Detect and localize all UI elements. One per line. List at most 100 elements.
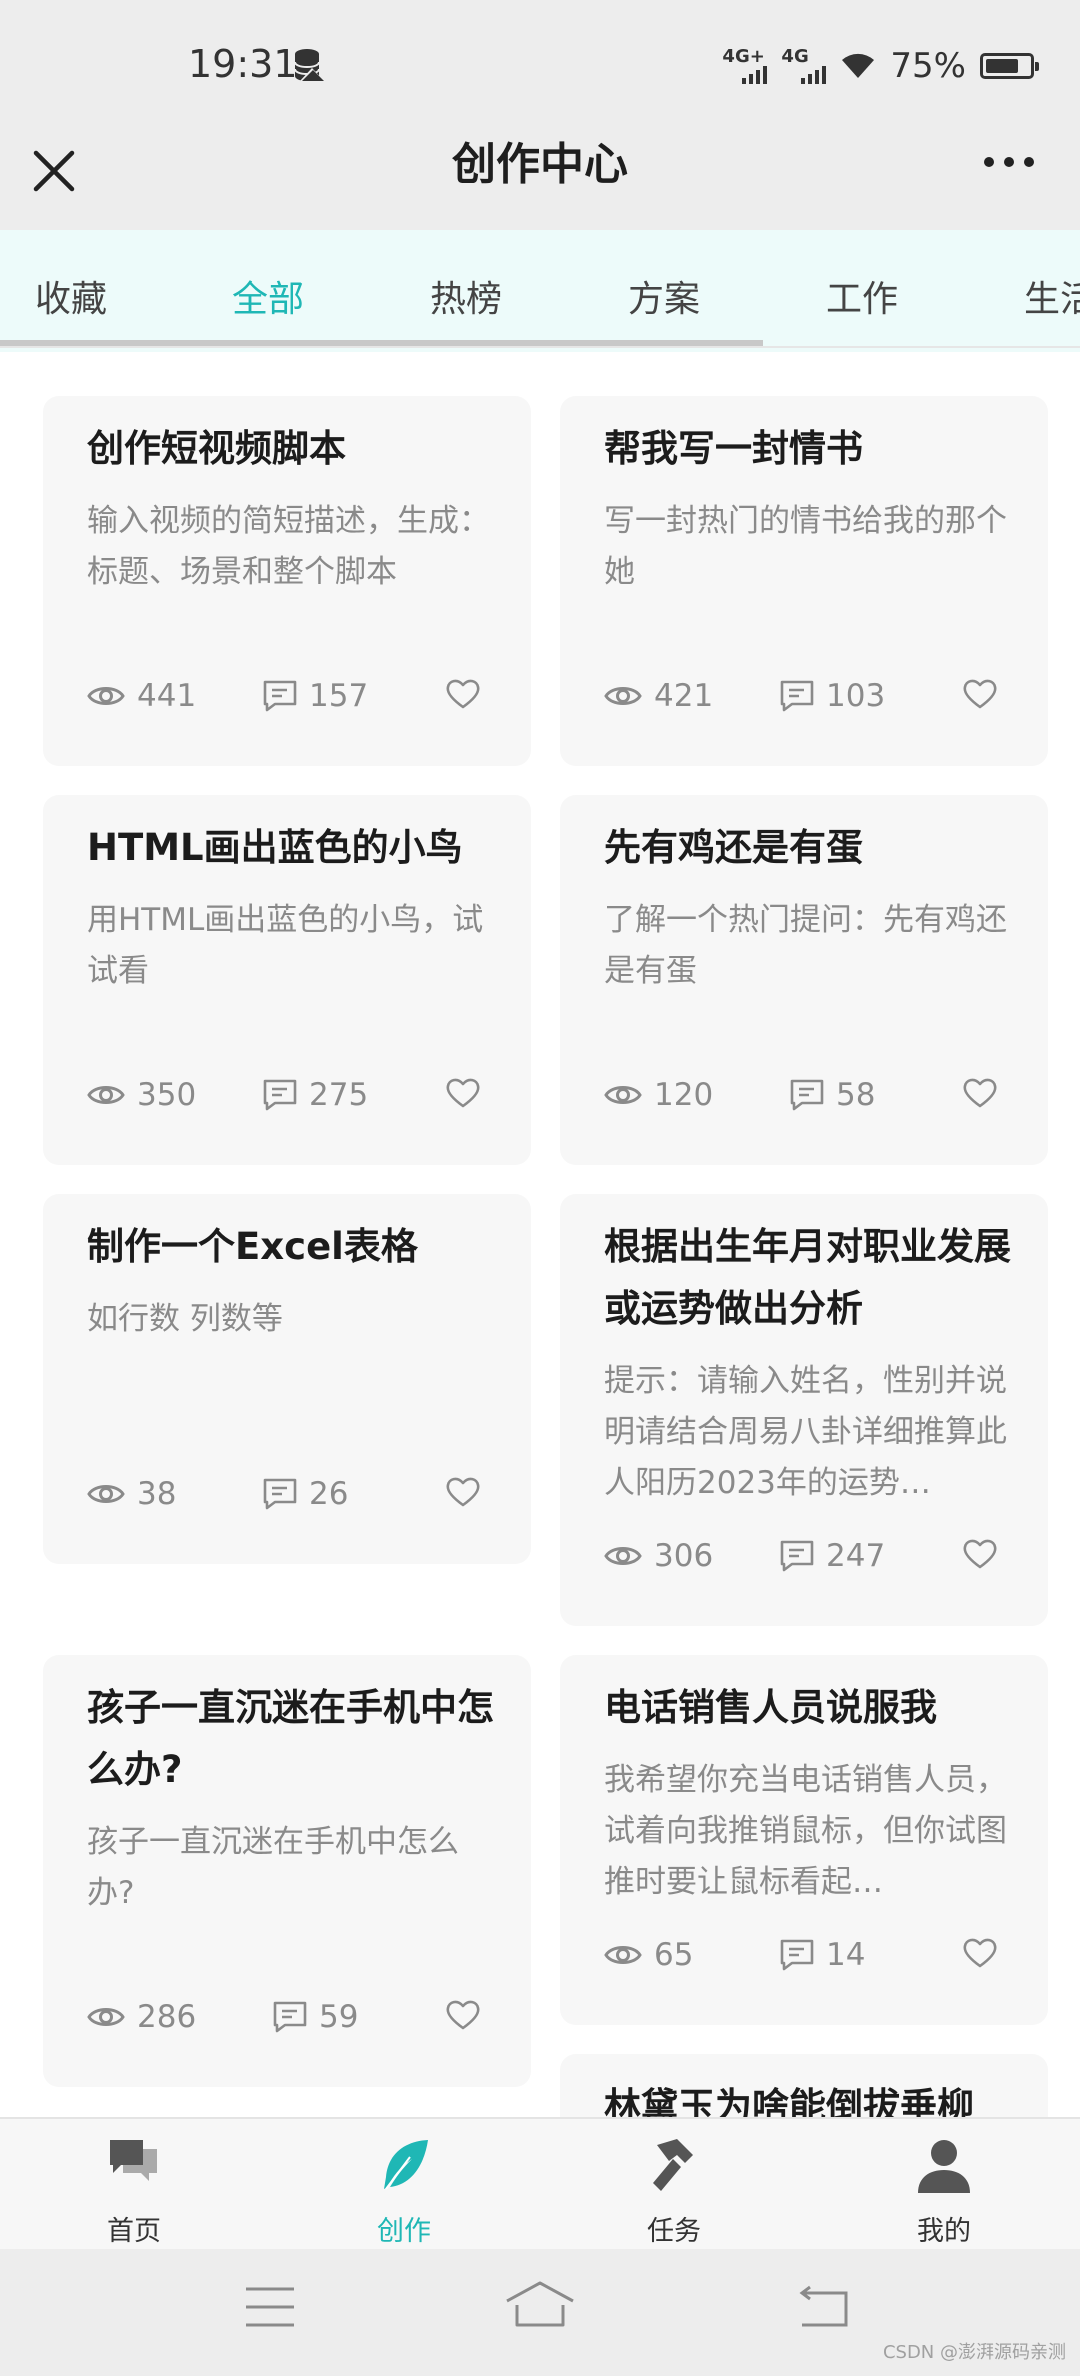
heart-icon[interactable] — [962, 1538, 998, 1570]
views-count: 65 — [654, 1937, 694, 1973]
card-title: 林黛玉为啥能倒拔垂柳 — [604, 2085, 974, 2117]
category-tabs: 收藏 全部 热榜 方案 工作 生活 — [0, 230, 1080, 352]
prompt-card[interactable]: 根据出生年月对职业发展或运势做出分析 提示：请输入姓名，性别并说明请结合周易八卦… — [560, 1194, 1048, 1626]
heart-icon[interactable] — [962, 1077, 998, 1109]
nav-tasks[interactable]: 任务 — [604, 2119, 744, 2251]
nav-create[interactable]: 创作 — [334, 2119, 474, 2251]
card-stats: 441 157 — [87, 678, 481, 718]
home-icon[interactable] — [503, 2279, 577, 2329]
battery-icon — [980, 53, 1039, 79]
views-stat: 441 — [87, 678, 196, 714]
comments-count: 247 — [826, 1538, 886, 1574]
card-stats: 421 103 — [604, 678, 998, 718]
comment-icon — [780, 680, 814, 712]
user-icon — [918, 2140, 970, 2193]
hammer-icon — [653, 2139, 693, 2191]
views-stat: 306 — [604, 1538, 713, 1574]
tab-all[interactable]: 全部 — [232, 270, 304, 322]
heart-icon[interactable] — [445, 1999, 481, 2031]
tab-hot[interactable]: 热榜 — [430, 270, 502, 322]
nav-label: 创作 — [377, 2216, 431, 2247]
nav-profile[interactable]: 我的 — [874, 2119, 1014, 2251]
comment-icon — [263, 1478, 297, 1510]
card-description: 了解一个热门提问：先有鸡还是有蛋 — [604, 902, 1007, 989]
database-warning-icon — [294, 49, 325, 82]
comment-icon — [790, 1079, 824, 1111]
heart-icon[interactable] — [445, 1476, 481, 1508]
comment-icon — [273, 2001, 307, 2033]
heart-icon[interactable] — [445, 1077, 481, 1109]
views-stat: 421 — [604, 678, 713, 714]
eye-icon — [604, 1946, 642, 1964]
comments-stat: 275 — [263, 1077, 368, 1113]
tab-life[interactable]: 生活 — [1024, 270, 1080, 322]
prompt-card[interactable]: 先有鸡还是有蛋 了解一个热门提问：先有鸡还是有蛋 120 58 — [560, 795, 1048, 1165]
prompt-card[interactable]: 帮我写一封情书 写一封热门的情书给我的那个她 421 103 — [560, 396, 1048, 766]
back-icon[interactable] — [796, 2285, 850, 2329]
views-stat: 286 — [87, 1999, 196, 2035]
card-stats: 65 14 — [604, 1937, 998, 1977]
card-description: 我希望你充当电话销售人员，试着向我推销鼠标，但你试图推时要让鼠标看起… — [604, 1762, 1007, 1900]
system-nav: CSDN @澎湃源码亲测 — [0, 2249, 1080, 2376]
heart-icon[interactable] — [445, 678, 481, 710]
views-count: 120 — [654, 1077, 714, 1113]
prompt-card[interactable]: 林黛玉为啥能倒拔垂柳 — [560, 2054, 1048, 2117]
comments-stat: 26 — [263, 1476, 348, 1512]
views-stat: 350 — [87, 1077, 196, 1113]
prompt-feed[interactable]: 创作短视频脚本 输入视频的简短描述，生成：标题、场景和整个脚本 441 157 … — [0, 352, 1080, 2117]
eye-icon — [604, 1086, 642, 1104]
prompt-card[interactable]: HTML画出蓝色的小鸟 用HTML画出蓝色的小鸟，试试看 350 275 — [43, 795, 531, 1165]
comments-count: 157 — [309, 678, 369, 714]
tab-work[interactable]: 工作 — [826, 270, 898, 322]
card-description: 用HTML画出蓝色的小鸟，试试看 — [87, 902, 484, 989]
prompt-card[interactable]: 创作短视频脚本 输入视频的简短描述，生成：标题、场景和整个脚本 441 157 — [43, 396, 531, 766]
views-count: 441 — [137, 678, 197, 714]
comments-count: 59 — [319, 1999, 359, 2035]
card-title: 电话销售人员说服我 — [604, 1686, 937, 1729]
comment-icon — [263, 1079, 297, 1111]
card-description: 如行数 列数等 — [87, 1301, 283, 1337]
tab-plans[interactable]: 方案 — [628, 270, 700, 322]
card-stats: 38 26 — [87, 1476, 481, 1516]
prompt-card[interactable]: 孩子一直沉迷在手机中怎么办? 孩子一直沉迷在手机中怎么办? 286 59 — [43, 1655, 531, 2087]
comment-icon — [780, 1540, 814, 1572]
card-description: 孩子一直沉迷在手机中怎么办? — [87, 1824, 459, 1911]
tab-favorites[interactable]: 收藏 — [35, 270, 107, 322]
status-time: 19:31 — [188, 42, 298, 86]
views-count: 350 — [137, 1077, 197, 1113]
card-title: 创作短视频脚本 — [87, 427, 346, 470]
card-title: 帮我写一封情书 — [604, 427, 863, 470]
eye-icon — [604, 687, 642, 705]
page-title: 创作中心 — [452, 139, 628, 190]
heart-icon[interactable] — [962, 678, 998, 710]
feather-icon — [384, 2140, 428, 2190]
card-description: 提示：请输入姓名，性别并说明请结合周易八卦详细推算此人阳历2023年的运势… — [604, 1363, 1007, 1501]
card-description: 输入视频的简短描述，生成：标题、场景和整个脚本 — [87, 503, 490, 590]
nav-label: 任务 — [647, 2216, 701, 2247]
comments-count: 14 — [826, 1937, 866, 1973]
comment-icon — [263, 680, 297, 712]
views-count: 38 — [137, 1476, 177, 1512]
nav-home[interactable]: 首页 — [64, 2119, 204, 2251]
card-title: 孩子一直沉迷在手机中怎么办? — [87, 1686, 494, 1791]
comments-stat: 103 — [780, 678, 885, 714]
comments-stat: 14 — [780, 1937, 865, 1973]
card-title: HTML画出蓝色的小鸟 — [87, 826, 463, 869]
card-stats: 306 247 — [604, 1538, 998, 1578]
comment-icon — [780, 1939, 814, 1971]
menu-icon[interactable] — [244, 2285, 296, 2329]
more-icon[interactable] — [984, 157, 1034, 167]
eye-icon — [604, 1547, 642, 1565]
heart-icon[interactable] — [962, 1937, 998, 1969]
card-title: 先有鸡还是有蛋 — [604, 826, 863, 869]
card-title: 制作一个Excel表格 — [87, 1225, 418, 1268]
views-stat: 65 — [604, 1937, 693, 1973]
card-stats: 286 59 — [87, 1999, 481, 2039]
views-count: 306 — [654, 1538, 714, 1574]
bottom-nav: 首页 创作 任务 我的 — [0, 2117, 1080, 2249]
card-stats: 120 58 — [604, 1077, 998, 1117]
prompt-card[interactable]: 电话销售人员说服我 我希望你充当电话销售人员，试着向我推销鼠标，但你试图推时要让… — [560, 1655, 1048, 2025]
eye-icon — [87, 1086, 125, 1104]
prompt-card[interactable]: 制作一个Excel表格 如行数 列数等 38 26 — [43, 1194, 531, 1564]
eye-icon — [87, 2008, 125, 2026]
